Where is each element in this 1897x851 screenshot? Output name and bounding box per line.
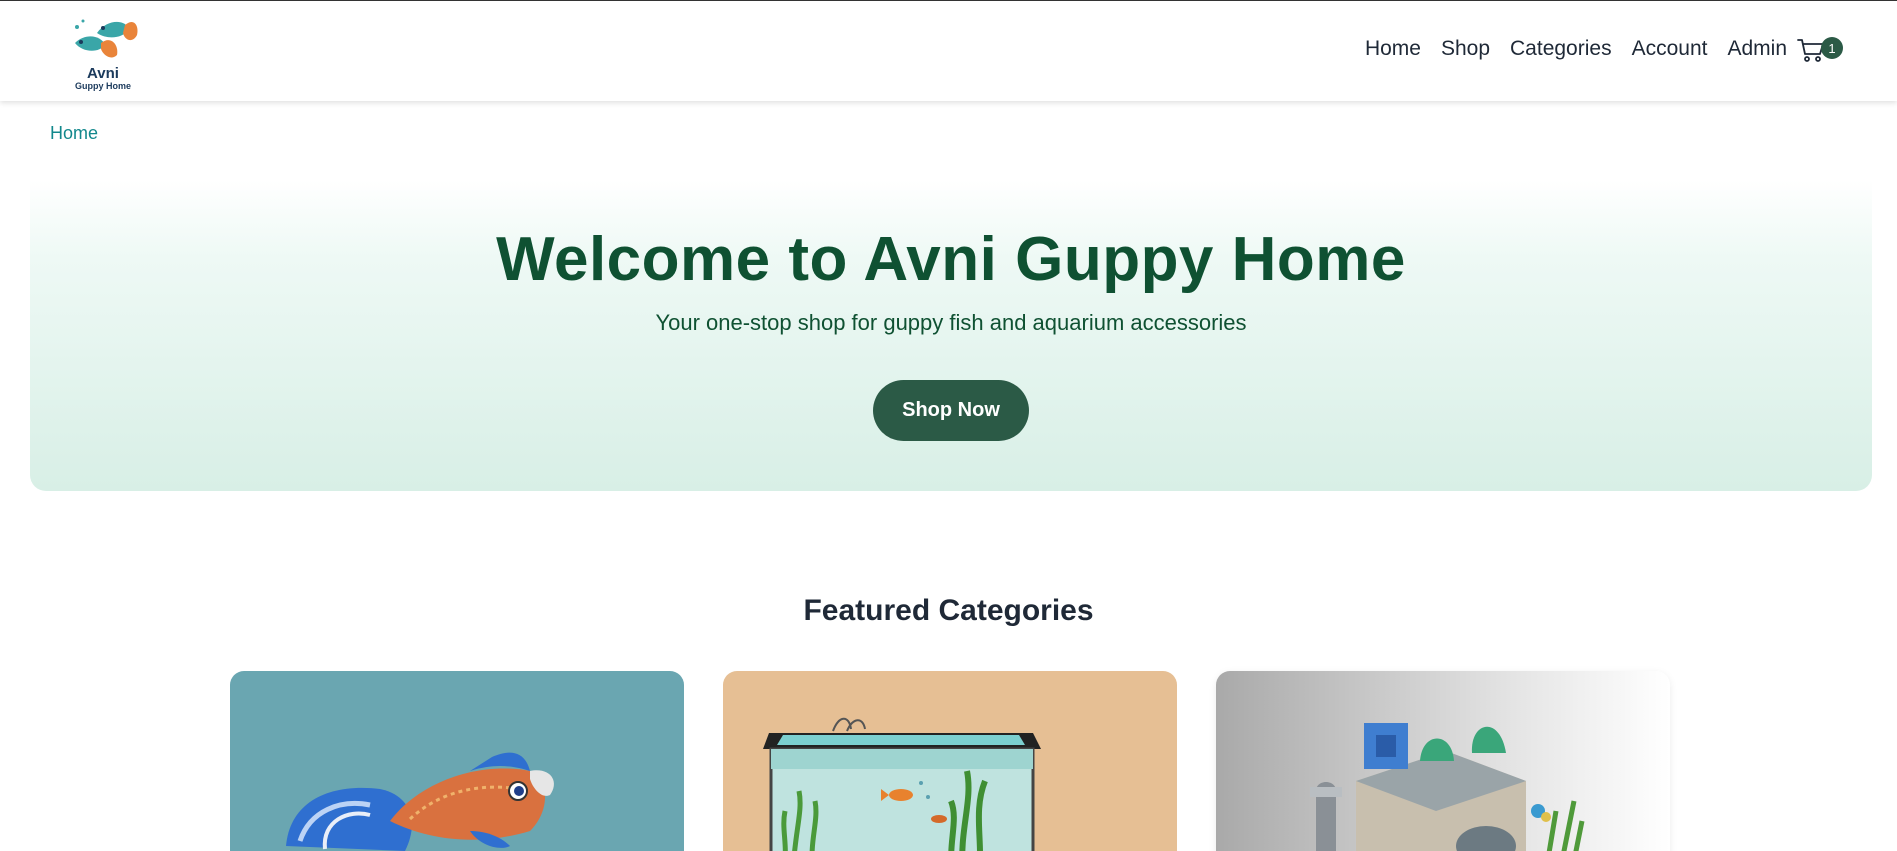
nav-link-account[interactable]: Account (1632, 37, 1708, 61)
guppy-logo-icon (75, 19, 138, 58)
category-card-accessories[interactable] (1216, 671, 1670, 851)
nav-link-categories[interactable]: Categories (1510, 37, 1612, 61)
shop-now-button[interactable]: Shop Now (873, 380, 1029, 441)
cart-count-badge: 1 (1821, 37, 1843, 59)
brand-logo[interactable]: Avni Guppy Home (66, 13, 140, 93)
hero-banner: Welcome to Avni Guppy Home Your one-stop… (30, 180, 1872, 491)
aquarium-tank-image (763, 717, 1041, 851)
brand-tagline: Guppy Home (74, 81, 131, 91)
nav-link-admin[interactable]: Admin (1727, 37, 1787, 61)
category-card-fish[interactable] (230, 671, 684, 851)
hero-subtitle: Your one-stop shop for guppy fish and aq… (655, 310, 1247, 335)
nav-link-home[interactable]: Home (1365, 37, 1421, 61)
hero-title: Welcome to Avni Guppy Home (496, 225, 1406, 294)
main-nav: Home Shop Categories Account Admin (1365, 37, 1787, 61)
featured-categories-title: Featured Categories (803, 594, 1094, 627)
cart-button[interactable]: 1 (1796, 35, 1846, 71)
category-card-aquariums[interactable] (723, 671, 1177, 851)
top-navbar: Avni Guppy Home Home Shop Categories Acc… (0, 0, 1897, 101)
nav-link-shop[interactable]: Shop (1441, 37, 1490, 61)
brand-name: Avni (87, 65, 119, 82)
breadcrumb-home[interactable]: Home (50, 123, 98, 144)
guppy-fish-image (286, 752, 554, 851)
aquarium-accessories-image (1310, 723, 1585, 851)
